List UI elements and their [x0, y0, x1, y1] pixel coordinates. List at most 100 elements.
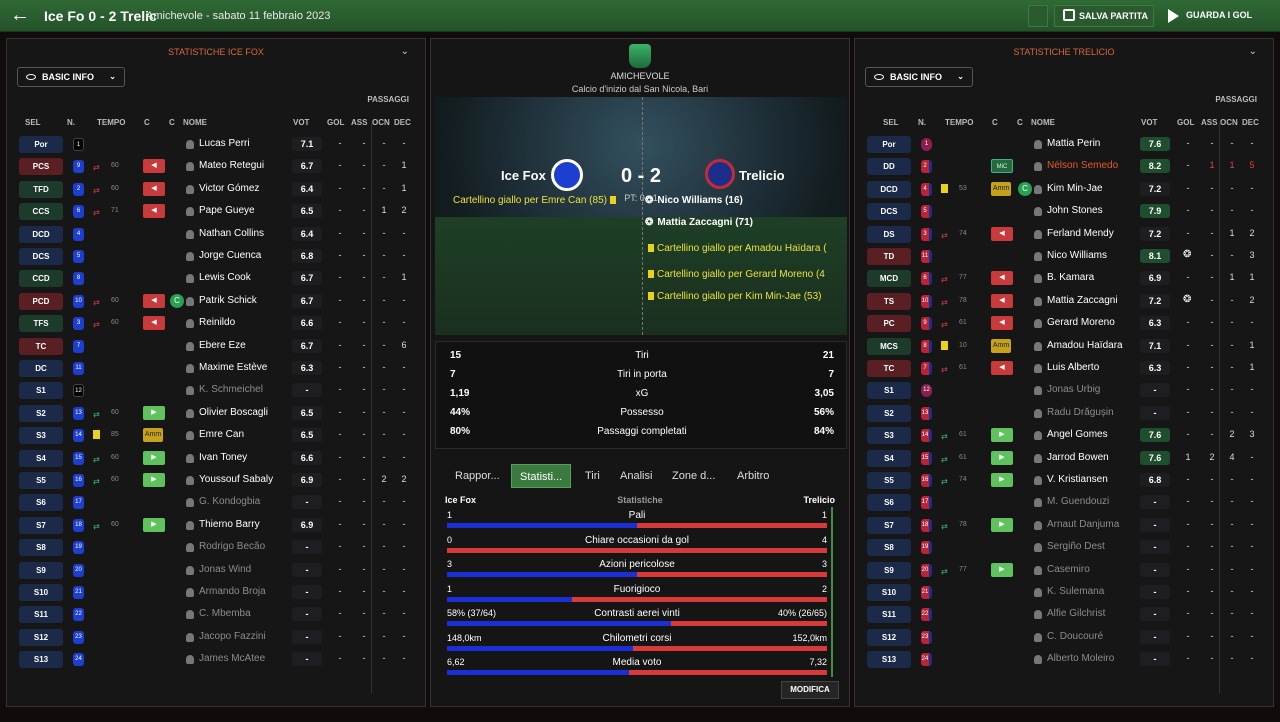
view-dropdown[interactable]: BASIC INFO ⌄ — [865, 67, 973, 87]
player-name[interactable]: Nélson Semedo — [1047, 160, 1118, 171]
col-gol[interactable]: GOL — [1177, 118, 1194, 127]
player-name[interactable]: Thierno Barry — [199, 519, 260, 530]
table-row[interactable]: MCS 8 10 Amm Amadou Haïdara 7.1 - - - 1 — [865, 336, 1265, 356]
table-row[interactable]: S12 23 Jacopo Fazzini - - - - - — [17, 627, 417, 647]
col-time[interactable]: TEMPO — [945, 118, 973, 127]
player-name[interactable]: Angel Gomes — [1047, 429, 1108, 440]
position-badge[interactable]: S12 — [867, 628, 911, 646]
tab-shots[interactable]: Tiri — [585, 464, 600, 488]
position-badge[interactable]: Por — [19, 136, 63, 153]
position-badge[interactable]: S7 — [867, 516, 911, 534]
position-badge[interactable]: CCS — [19, 203, 63, 221]
player-name[interactable]: B. Kamara — [1047, 272, 1094, 283]
player-name[interactable]: Amadou Haïdara — [1047, 340, 1123, 351]
position-badge[interactable]: S1 — [19, 382, 63, 400]
player-name[interactable]: Ivan Toney — [199, 452, 247, 463]
table-row[interactable]: DD 2 MiC Nélson Semedo 8.2 - 1 1 5 — [865, 156, 1265, 176]
table-row[interactable]: S11 22 Alfie Gilchrist - - - - - — [865, 604, 1265, 624]
position-badge[interactable]: MCS — [867, 337, 911, 355]
col-number[interactable]: N. — [67, 118, 75, 127]
position-badge[interactable]: S2 — [867, 404, 911, 422]
position-badge[interactable]: S6 — [867, 494, 911, 512]
position-badge[interactable]: TFD — [19, 180, 63, 198]
table-row[interactable]: S5 16 ⇄ 74 ▶ V. Kristiansen 6.8 - - - - — [865, 470, 1265, 490]
position-badge[interactable]: PCD — [19, 292, 63, 310]
position-badge[interactable]: S9 — [19, 561, 63, 579]
position-badge[interactable]: S4 — [19, 449, 63, 467]
position-badge[interactable]: TC — [867, 360, 911, 377]
chevron-down-icon[interactable]: ⌄ — [401, 46, 409, 57]
position-badge[interactable]: S12 — [19, 628, 63, 646]
col-c2[interactable]: C — [1017, 118, 1023, 127]
table-row[interactable]: PCD 10 ⇄ 60 ◀ C Patrik Schick 6.7 - - - - — [17, 291, 417, 311]
player-name[interactable]: G. Kondogbia — [199, 496, 260, 507]
position-badge[interactable]: S10 — [867, 584, 911, 601]
options-button[interactable] — [1028, 5, 1048, 27]
table-row[interactable]: S13 24 James McAtee - - - - - — [17, 649, 417, 669]
player-name[interactable]: Ferland Mendy — [1047, 228, 1114, 239]
player-name[interactable]: Maxime Estève — [199, 362, 267, 373]
player-name[interactable]: Luis Alberto — [1047, 362, 1099, 373]
table-row[interactable]: S8 19 Sergiño Dest - - - - - — [865, 537, 1265, 557]
table-row[interactable]: S4 15 ⇄ 60 ▶ Ivan Toney 6.6 - - - - — [17, 448, 417, 468]
position-badge[interactable]: S8 — [19, 539, 63, 557]
away-team-name[interactable]: Trelicio — [739, 168, 785, 183]
player-name[interactable]: K. Sulemana — [1047, 586, 1104, 597]
table-row[interactable]: TFS 3 ⇄ 60 ◀ Reinildo 6.6 - - - - — [17, 313, 417, 333]
position-badge[interactable]: DS — [867, 225, 911, 243]
col-c2[interactable]: C — [169, 118, 175, 127]
player-name[interactable]: Patrik Schick — [199, 295, 257, 306]
position-badge[interactable]: DCD — [867, 180, 911, 198]
table-row[interactable]: DCD 4 53 Amm C Kim Min-Jae 7.2 - - - - — [865, 179, 1265, 199]
player-name[interactable]: V. Kristiansen — [1047, 474, 1108, 485]
player-name[interactable]: John Stones — [1047, 205, 1103, 216]
col-ocn[interactable]: OCN — [1220, 118, 1238, 127]
position-badge[interactable]: S11 — [19, 606, 63, 624]
position-badge[interactable]: S2 — [19, 404, 63, 422]
table-row[interactable]: S9 20 Jonas Wind - - - - - — [17, 560, 417, 580]
table-row[interactable]: S9 20 ⇄ 77 ▶ Casemiro - - - - - — [865, 560, 1265, 580]
position-badge[interactable]: TC — [19, 337, 63, 355]
table-row[interactable]: TC 7 Ebere Eze 6.7 - - - 6 — [17, 336, 417, 356]
tab-referee[interactable]: Arbitro — [737, 464, 769, 488]
position-badge[interactable]: S8 — [867, 539, 911, 557]
col-vot[interactable]: VOT — [1141, 118, 1157, 127]
player-name[interactable]: James McAtee — [199, 653, 265, 664]
table-row[interactable]: TD 11 Nico Williams 8.1 ❂ - - 3 — [865, 246, 1265, 266]
player-name[interactable]: Armando Broja — [199, 586, 266, 597]
table-row[interactable]: S12 23 C. Doucouré - - - - - — [865, 627, 1265, 647]
player-name[interactable]: C. Mbemba — [199, 608, 251, 619]
player-name[interactable]: Jorge Cuenca — [199, 250, 261, 261]
save-match-button[interactable]: SALVA PARTITA — [1054, 5, 1154, 27]
position-badge[interactable]: TD — [867, 248, 911, 265]
modify-button[interactable]: MODIFICA — [781, 681, 839, 699]
player-name[interactable]: Ebere Eze — [199, 340, 246, 351]
player-name[interactable]: Lucas Perri — [199, 138, 250, 149]
col-c1[interactable]: C — [144, 118, 150, 127]
position-badge[interactable]: DCD — [19, 225, 63, 243]
table-row[interactable]: S7 18 ⇄ 60 ▶ Thierno Barry 6.9 - - - - — [17, 515, 417, 535]
position-badge[interactable]: S7 — [19, 516, 63, 534]
player-name[interactable]: Jacopo Fazzini — [199, 631, 266, 642]
position-badge[interactable]: S3 — [867, 427, 911, 445]
table-row[interactable]: PCS 9 ⇄ 60 ◀ Mateo Retegui 6.7 - - - 1 — [17, 156, 417, 176]
position-badge[interactable]: DC — [19, 360, 63, 377]
position-badge[interactable]: S4 — [867, 449, 911, 467]
table-row[interactable]: DCS 5 John Stones 7.9 - - - - — [865, 201, 1265, 221]
player-name[interactable]: Mattia Perin — [1047, 138, 1100, 149]
col-dec[interactable]: DEC — [394, 118, 411, 127]
view-dropdown[interactable]: BASIC INFO ⌄ — [17, 67, 125, 87]
player-name[interactable]: Jonas Wind — [199, 564, 251, 575]
col-name[interactable]: NOME — [183, 118, 207, 127]
position-badge[interactable]: S1 — [867, 382, 911, 400]
player-name[interactable]: Sergiño Dest — [1047, 541, 1105, 552]
player-name[interactable]: Pape Gueye — [199, 205, 255, 216]
scrollbar[interactable] — [831, 507, 833, 677]
player-name[interactable]: Mattia Zaccagni — [1047, 295, 1118, 306]
player-name[interactable]: Alfie Gilchrist — [1047, 608, 1105, 619]
tab-zones[interactable]: Zone d... — [672, 464, 715, 488]
col-ocn[interactable]: OCN — [372, 118, 390, 127]
player-name[interactable]: Emre Can — [199, 429, 244, 440]
table-row[interactable]: S10 21 Armando Broja - - - - - — [17, 582, 417, 602]
player-name[interactable]: Youssouf Sabaly — [199, 474, 273, 485]
